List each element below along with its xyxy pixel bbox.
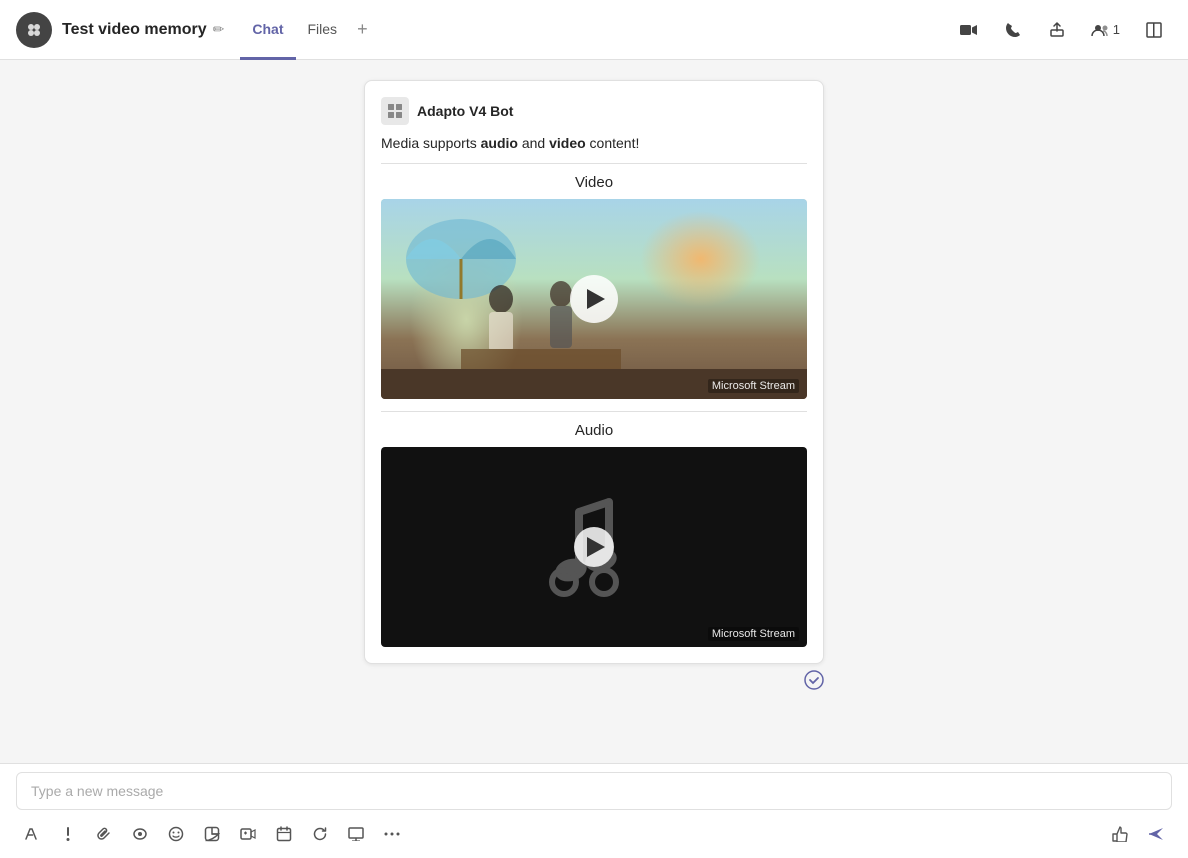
video-icon — [960, 23, 978, 37]
whiteboard-icon — [348, 827, 364, 841]
edit-icon[interactable]: ✏ — [213, 21, 225, 38]
card-header: Adapto V4 Bot — [381, 97, 807, 125]
app-icon — [16, 12, 52, 48]
like-button[interactable] — [1104, 818, 1136, 850]
like-icon — [1111, 826, 1129, 842]
main-content: Adapto V4 Bot Media supports audio and v… — [0, 60, 1188, 858]
bot-name: Adapto V4 Bot — [417, 103, 513, 119]
expand-icon — [1146, 22, 1162, 38]
send-icon — [1147, 826, 1165, 842]
check-icon — [804, 670, 824, 690]
bot-icon — [381, 97, 409, 125]
add-tab-button[interactable]: + — [349, 19, 376, 40]
meet-now-icon — [240, 826, 256, 842]
audio-thumbnail: Microsoft Stream — [381, 447, 807, 647]
refresh-icon — [312, 826, 328, 842]
nav-tabs: Chat Files + — [240, 0, 375, 59]
messages-container: Adapto V4 Bot Media supports audio and v… — [0, 60, 1188, 763]
play-triangle-icon — [587, 289, 605, 309]
message-input[interactable]: Type a new message — [16, 772, 1172, 810]
audio-call-button[interactable] — [995, 12, 1031, 48]
phone-icon — [1005, 22, 1021, 38]
meet-now-button[interactable] — [232, 818, 264, 850]
share-icon — [1049, 22, 1065, 38]
video-play-button[interactable] — [570, 275, 618, 323]
loop-button[interactable] — [124, 818, 156, 850]
page-title: Test video memory — [62, 21, 207, 39]
video-player[interactable]: Microsoft Stream — [381, 199, 807, 399]
input-placeholder: Type a new message — [31, 783, 163, 799]
card-divider-2 — [381, 411, 807, 412]
schedule-button[interactable] — [268, 818, 300, 850]
sticker-button[interactable] — [196, 818, 228, 850]
important-icon — [65, 827, 71, 841]
more-icon — [384, 832, 400, 836]
share-button[interactable] — [1039, 12, 1075, 48]
attach-icon — [96, 826, 112, 842]
audio-play-triangle-icon — [587, 537, 605, 557]
emoji-icon — [168, 826, 184, 842]
chat-area: Adapto V4 Bot Media supports audio and v… — [0, 60, 1188, 858]
audio-stream-label: Microsoft Stream — [708, 627, 799, 641]
schedule-icon — [276, 826, 292, 842]
expand-button[interactable] — [1136, 12, 1172, 48]
card-description: Media supports audio and video content! — [381, 135, 807, 151]
more-button[interactable] — [376, 818, 408, 850]
title-actions: 1 — [951, 12, 1172, 48]
format-button[interactable] — [16, 818, 48, 850]
loop-icon — [132, 827, 148, 841]
tab-chat[interactable]: Chat — [240, 1, 295, 60]
emoji-button[interactable] — [160, 818, 192, 850]
format-icon — [24, 827, 40, 841]
audio-play-button[interactable] — [574, 527, 614, 567]
audio-player[interactable]: Microsoft Stream — [381, 447, 807, 647]
audio-section-title: Audio — [381, 422, 807, 439]
tab-files[interactable]: Files — [296, 1, 350, 60]
card-divider — [381, 163, 807, 164]
attach-button[interactable] — [88, 818, 120, 850]
title-bar: Test video memory ✏ Chat Files + — [0, 0, 1188, 60]
adaptive-card: Adapto V4 Bot Media supports audio and v… — [364, 80, 824, 664]
send-button[interactable] — [1140, 818, 1172, 850]
video-call-button[interactable] — [951, 12, 987, 48]
sticker-icon — [204, 826, 220, 842]
participants-count: 1 — [1113, 22, 1120, 37]
video-section-title: Video — [381, 174, 807, 191]
important-button[interactable] — [52, 818, 84, 850]
refresh-button[interactable] — [304, 818, 336, 850]
whiteboard-button[interactable] — [340, 818, 372, 850]
message-input-area: Type a new message — [0, 763, 1188, 858]
video-stream-label: Microsoft Stream — [708, 379, 799, 393]
check-icon-wrap — [364, 670, 824, 690]
participants-icon — [1091, 23, 1109, 37]
toolbar-row — [16, 818, 1172, 850]
video-thumbnail: Microsoft Stream — [381, 199, 807, 399]
participants-button[interactable]: 1 — [1083, 18, 1128, 41]
